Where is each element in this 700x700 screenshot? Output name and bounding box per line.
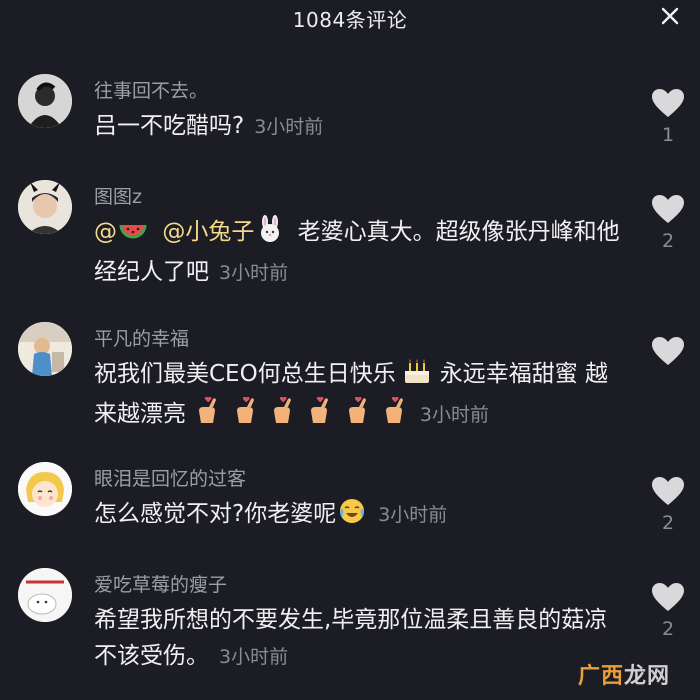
comment-username[interactable]: 爱吃草莓的瘦子 (94, 570, 227, 597)
comment-username[interactable]: 往事回不去。 (94, 76, 208, 103)
comment-text: 吕一不吃醋吗? 3小时前 (94, 108, 624, 145)
watermark-part2: 龙网 (623, 664, 670, 689)
heart-icon (652, 337, 684, 365)
watermark-part1: 广西 (577, 664, 624, 689)
avatar[interactable] (18, 74, 72, 128)
comment-username[interactable]: 眼泪是回忆的过客 (94, 464, 246, 491)
comment-time: 3小时前 (219, 646, 289, 668)
heart-icon (652, 583, 684, 611)
comment-text: 希望我所想的不要发生,毕竟那位温柔且善良的菇凉不该受伤。 3小时前 (94, 602, 624, 675)
heart-icon (652, 477, 684, 505)
finger-heart-icon (307, 396, 333, 436)
comment-count-title: 1084条评论 (292, 7, 408, 32)
comment-text: @ @小兔子 老婆心真大。超级像张丹峰和他经纪人了吧 3小时前 (94, 214, 624, 291)
comment-body: 希望我所想的不要发生,毕竟那位温柔且善良的菇凉不该受伤。 (94, 607, 608, 669)
comment-time: 3小时前 (219, 262, 289, 284)
finger-heart-icon (270, 396, 296, 436)
avatar[interactable] (18, 180, 72, 234)
comment-username[interactable]: 图图z (94, 182, 142, 209)
comment-text: 祝我们最美CEO何总生日快乐 永远幸福甜蜜 越来越漂亮 3小时前 (94, 356, 624, 436)
watermelon-icon (119, 218, 147, 254)
comment-username[interactable]: 平凡的幸福 (94, 324, 189, 351)
mention-prefix[interactable]: @ (94, 219, 117, 245)
laughing-crying-icon (338, 497, 366, 536)
avatar[interactable] (18, 462, 72, 516)
finger-heart-icon (195, 396, 221, 436)
site-watermark: 广西龙网 (578, 658, 670, 690)
like-count: 2 (661, 512, 675, 534)
comment-time: 3小时前 (378, 504, 448, 526)
avatar[interactable] (18, 568, 72, 622)
like-button[interactable] (648, 336, 688, 372)
comment-body: 祝我们最美CEO何总生日快乐 (94, 361, 396, 387)
heart-icon (652, 89, 684, 117)
comment-body: 吕一不吃醋吗? (94, 113, 245, 139)
like-button[interactable]: 1 (648, 88, 688, 146)
comments-header: 1084条评论 (0, 0, 700, 36)
like-count: 2 (661, 618, 675, 640)
like-button[interactable]: 2 (648, 476, 688, 534)
like-count: 2 (661, 230, 675, 252)
comment-body: 怎么感觉不对?你老婆呢 (94, 501, 337, 527)
comment-time: 3小时前 (254, 116, 324, 138)
close-icon[interactable] (658, 4, 682, 28)
mention-link[interactable]: @小兔子 (162, 219, 254, 245)
like-button[interactable]: 2 (648, 194, 688, 252)
finger-heart-icon (345, 396, 371, 436)
rabbit-icon (256, 215, 284, 254)
birthday-cake-icon (402, 357, 432, 396)
heart-icon (652, 195, 684, 223)
finger-heart-icon (233, 396, 259, 436)
like-count: 1 (661, 124, 675, 146)
comment-text: 怎么感觉不对?你老婆呢 3小时前 (94, 496, 624, 536)
finger-heart-icon (382, 396, 408, 436)
avatar[interactable] (18, 322, 72, 376)
comment-time: 3小时前 (419, 404, 489, 426)
like-button[interactable]: 2 (648, 582, 688, 640)
